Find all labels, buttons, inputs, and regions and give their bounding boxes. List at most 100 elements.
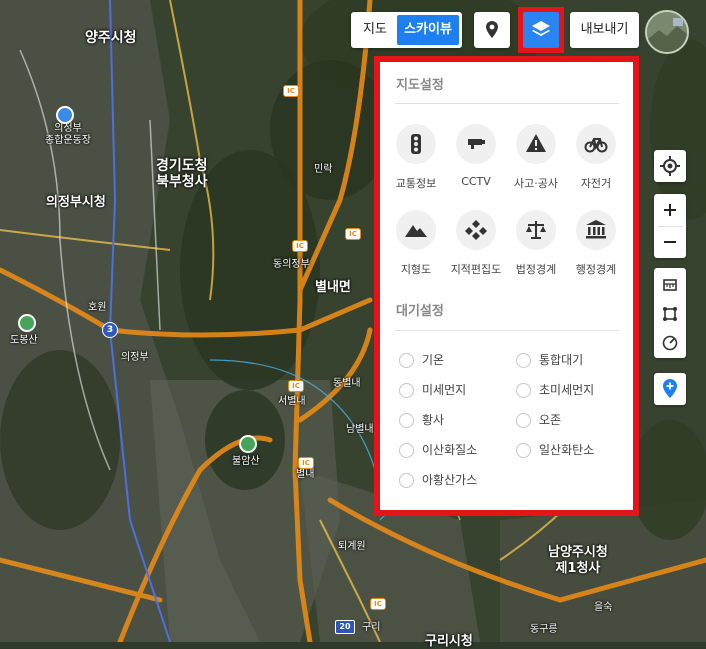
map-label-guri: 구리 bbox=[362, 622, 381, 633]
radio-label: 황사 bbox=[422, 413, 445, 427]
measure-tools bbox=[654, 268, 686, 358]
government-building-icon bbox=[586, 220, 606, 239]
parcel-icon bbox=[465, 220, 487, 240]
radio-circle[interactable] bbox=[399, 443, 414, 458]
place-control bbox=[654, 373, 686, 405]
ic-badge: IC bbox=[283, 85, 299, 97]
tile-terrain[interactable]: 지형도 bbox=[386, 210, 446, 277]
radio-label: 기온 bbox=[422, 353, 445, 367]
export-button[interactable]: 내보내기 bbox=[570, 12, 639, 48]
tile-label: 지적편집도 bbox=[450, 263, 502, 276]
map-type-map-button[interactable]: 지도 bbox=[354, 15, 396, 45]
zoom-out-button[interactable] bbox=[654, 227, 686, 257]
zoom-control bbox=[654, 194, 686, 258]
map-label-nambyeollae: 남별내 bbox=[346, 424, 374, 435]
map-type-skyview-button[interactable]: 스카이뷰 bbox=[397, 15, 459, 45]
ic-badge: IC bbox=[298, 457, 314, 469]
radio-circle[interactable] bbox=[516, 413, 531, 428]
compass-icon bbox=[662, 335, 678, 351]
scale-icon bbox=[526, 221, 546, 239]
ic-badge: IC bbox=[292, 240, 308, 252]
ic-badge: IC bbox=[345, 228, 361, 240]
area-icon bbox=[663, 307, 677, 321]
air-settings-title: 대기설정 bbox=[396, 304, 444, 319]
tile-label: 지형도 bbox=[400, 263, 432, 276]
map-pin-plus-icon bbox=[663, 379, 677, 398]
tile-legal-boundary[interactable]: 법정경계 bbox=[506, 210, 566, 277]
tile-bicycle[interactable]: 자전거 bbox=[566, 124, 626, 191]
tile-label: 법정경계 bbox=[515, 263, 557, 276]
map-type-toggle: 지도 스카이뷰 bbox=[351, 12, 462, 48]
avatar[interactable] bbox=[645, 10, 689, 54]
tile-admin-boundary[interactable]: 행정경계 bbox=[566, 210, 626, 277]
ruler-icon bbox=[663, 279, 677, 291]
avatar-image bbox=[647, 12, 687, 52]
mountain-marker-dobongsan bbox=[18, 314, 36, 332]
map-label-dongdu: 동의정부 bbox=[273, 259, 310, 270]
ic-badge: IC bbox=[288, 380, 304, 392]
tile-label: CCTV bbox=[461, 175, 491, 188]
hospital-icon bbox=[56, 106, 74, 124]
map-label-donggureung: 동구릉 bbox=[530, 624, 558, 635]
map-label-hoeryong: 호원 bbox=[88, 302, 107, 313]
radio-circle[interactable] bbox=[399, 353, 414, 368]
zoom-in-button[interactable] bbox=[654, 195, 686, 225]
radio-circle[interactable] bbox=[516, 353, 531, 368]
map-label-toegyewon: 퇴계원 bbox=[338, 541, 366, 552]
map-label-eulsuk: 을숙 bbox=[594, 602, 613, 613]
map-label-gyeonggi-north: 경기도청 북부청사 bbox=[156, 158, 208, 190]
tile-cadastral[interactable]: 지적편집도 bbox=[446, 210, 506, 277]
warning-icon bbox=[526, 134, 546, 152]
divider bbox=[395, 103, 619, 104]
area-button[interactable] bbox=[654, 299, 686, 329]
layers-button[interactable] bbox=[523, 12, 559, 48]
map-label-dobongsan: 도봉산 bbox=[10, 335, 38, 346]
radio-circle[interactable] bbox=[399, 383, 414, 398]
tile-accident[interactable]: 사고·공사 bbox=[506, 124, 566, 191]
radio-label: 오존 bbox=[539, 413, 562, 427]
add-place-button[interactable] bbox=[654, 374, 686, 404]
traffic-light-icon bbox=[411, 134, 421, 154]
tile-label: 자전거 bbox=[580, 177, 612, 190]
map-label-uijeongbu-st-mary: 의정부 종합운동장 bbox=[45, 123, 91, 146]
map-label-uijeongbu-ic: 의정부 bbox=[121, 352, 149, 363]
map-label-byeollae-ic: 동별내 bbox=[333, 378, 361, 389]
tile-label: 사고·공사 bbox=[514, 177, 558, 190]
crosshair-icon bbox=[660, 156, 680, 176]
map-label-uijeongbu-city-hall: 의정부시청 bbox=[46, 195, 106, 210]
ic-badge: IC bbox=[370, 598, 386, 610]
radio-circle[interactable] bbox=[399, 473, 414, 488]
my-location-button[interactable] bbox=[654, 151, 686, 181]
roadview-pin-icon bbox=[486, 21, 498, 38]
radio-label: 미세먼지 bbox=[422, 383, 467, 397]
radio-label: 아황산가스 bbox=[422, 473, 478, 487]
radio-circle[interactable] bbox=[399, 413, 414, 428]
my-location-control bbox=[654, 150, 686, 182]
map-label-seobyeollae: 서별내 bbox=[278, 396, 306, 407]
tile-label: 교통정보 bbox=[395, 177, 437, 190]
route-3-shield-icon: 3 bbox=[102, 322, 118, 338]
tile-label: 행정경계 bbox=[575, 263, 617, 276]
tile-traffic[interactable]: 교통정보 bbox=[386, 124, 446, 191]
bicycle-icon bbox=[584, 138, 608, 153]
map-label-namyangju-hall: 남양주시청 제1청사 bbox=[548, 545, 608, 576]
radio-label: 이산화질소 bbox=[422, 443, 478, 457]
map-settings-title: 지도설정 bbox=[396, 78, 444, 93]
roadview-button[interactable] bbox=[474, 12, 510, 48]
map-label-minrak: 민락 bbox=[314, 164, 333, 175]
radio-circle[interactable] bbox=[516, 383, 531, 398]
radio-label: 초미세먼지 bbox=[539, 383, 595, 397]
map-label-buramsan: 불암산 bbox=[232, 456, 260, 467]
layers-button-highlight bbox=[518, 7, 564, 53]
cctv-icon bbox=[468, 139, 485, 149]
minus-icon bbox=[664, 241, 676, 243]
layer-settings-panel: 지도설정 교통정보 CCTV 사고·공사 자전거 지형도 지적편집도 법정경계 … bbox=[380, 62, 633, 510]
plus-icon bbox=[664, 204, 676, 216]
radio-circle[interactable] bbox=[516, 443, 531, 458]
radius-button[interactable] bbox=[654, 328, 686, 358]
layers-icon bbox=[532, 21, 550, 36]
tile-cctv[interactable]: CCTV bbox=[446, 124, 506, 188]
ruler-button[interactable] bbox=[654, 270, 686, 300]
mountain-marker-buramsan bbox=[239, 435, 257, 453]
radio-label: 통합대기 bbox=[539, 353, 584, 367]
